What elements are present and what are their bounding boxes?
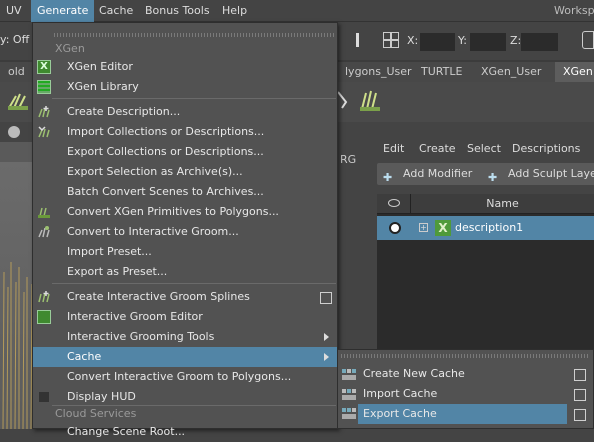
menu-item-change-scene-root[interactable]: Change Scene Root...	[33, 422, 337, 442]
menu-item-import-collections[interactable]: Import Collections or Descriptions...	[33, 122, 337, 142]
menu-help[interactable]: Help	[216, 0, 253, 22]
camera-icon[interactable]	[8, 126, 20, 138]
add-modifier-label: Add Modifier	[403, 167, 473, 180]
user-icon[interactable]	[582, 31, 594, 49]
xgen-menu-edit[interactable]: Edit	[383, 140, 404, 158]
submenu-item-create-new-cache[interactable]: Create New Cache	[338, 364, 594, 384]
x-field-label: X:	[407, 34, 419, 47]
tear-off-handle[interactable]	[341, 354, 590, 358]
separator	[52, 98, 336, 99]
groom-tool-icon[interactable]	[6, 88, 30, 112]
visibility-column[interactable]	[377, 194, 411, 214]
add-sculpt-layer-button[interactable]: ✚ Add Sculpt Layer	[482, 163, 594, 185]
xgen-library-icon	[37, 80, 51, 94]
add-modifier-icon: ✚	[383, 171, 393, 184]
add-sculpt-layer-icon: ✚	[488, 171, 498, 184]
groom-comb-icon[interactable]	[358, 87, 382, 113]
menu-uv[interactable]: UV	[0, 0, 28, 22]
separator	[52, 283, 336, 284]
import-cache-icon	[342, 388, 356, 400]
menu-item-xgen-editor[interactable]: X XGen Editor	[33, 57, 337, 77]
groom-splines-icon	[37, 290, 51, 304]
eye-icon	[388, 199, 400, 207]
option-box-icon[interactable]	[320, 292, 332, 304]
shelf-tab-xgen[interactable]: XGen	[555, 62, 594, 82]
option-box-icon[interactable]	[574, 409, 586, 421]
menu-item-batch-convert[interactable]: Batch Convert Scenes to Archives...	[33, 182, 337, 202]
option-box-icon[interactable]	[574, 389, 586, 401]
main-menu-bar: UV Generate Cache Bonus Tools Help Works…	[0, 0, 594, 22]
menu-item-cache[interactable]: Cache	[33, 347, 337, 367]
symmetry-status[interactable]: y: Off	[0, 31, 29, 49]
menu-item-import-preset[interactable]: Import Preset...	[33, 242, 337, 262]
workspace-label[interactable]: Worksp	[548, 0, 594, 22]
menu-item-export-archive[interactable]: Export Selection as Archive(s)...	[33, 162, 337, 182]
menu-item-export-preset[interactable]: Export as Preset...	[33, 262, 337, 282]
snap-toggle-icon[interactable]	[383, 32, 399, 48]
convert-groom-icon	[37, 225, 51, 239]
outliner-header: Name	[377, 194, 594, 214]
menu-cache[interactable]: Cache	[93, 0, 139, 22]
menu-item-grooming-tools[interactable]: Interactive Grooming Tools	[33, 327, 337, 347]
menu-item-xgen-library[interactable]: XGen Library	[33, 77, 337, 97]
menu-bonus-tools[interactable]: Bonus Tools	[139, 0, 216, 22]
menu-item-create-description[interactable]: Create Description...	[33, 102, 337, 122]
groom-brush-icon[interactable]	[336, 88, 356, 112]
submenu-item-import-cache[interactable]: Import Cache	[338, 384, 594, 404]
viewport-side-label: RG	[340, 153, 357, 166]
add-sculpt-layer-label: Add Sculpt Layer	[508, 167, 594, 180]
submenu-arrow-icon	[324, 333, 329, 341]
tear-off-handle[interactable]	[54, 33, 336, 37]
section-label-xgen: XGen	[55, 42, 85, 55]
export-cache-icon	[342, 408, 356, 420]
xgen-menu-descriptions[interactable]: Descriptions	[512, 140, 580, 158]
groom-editor-icon	[37, 310, 51, 324]
create-description-icon	[37, 105, 51, 119]
convert-primitives-icon	[37, 205, 51, 219]
xgen-menu-create[interactable]: Create	[419, 140, 456, 158]
z-field-label: Z:	[510, 34, 522, 47]
x-field[interactable]	[420, 33, 455, 51]
y-field-label: Y:	[458, 34, 467, 47]
menu-item-display-hud[interactable]: Display HUD	[33, 387, 337, 407]
create-cache-icon	[342, 368, 356, 380]
xgen-description-icon: X	[435, 220, 451, 236]
menu-item-convert-to-groom[interactable]: Convert to Interactive Groom...	[33, 222, 337, 242]
submenu-item-export-cache[interactable]: Export Cache	[358, 404, 567, 424]
xgen-editor-icon: X	[37, 60, 51, 74]
xgen-menu-select[interactable]: Select	[467, 140, 501, 158]
visibility-dot-icon[interactable]	[389, 222, 401, 234]
name-column-header[interactable]: Name	[411, 194, 594, 214]
option-box-icon[interactable]	[574, 369, 586, 381]
menu-generate[interactable]: Generate	[31, 0, 95, 22]
description-name: description1	[455, 221, 524, 234]
z-field[interactable]	[521, 33, 558, 51]
expand-icon[interactable]: +	[419, 223, 428, 232]
display-hud-checkbox-icon[interactable]	[37, 390, 51, 404]
y-field[interactable]	[470, 33, 506, 51]
menu-item-convert-groom-polygons[interactable]: Convert Interactive Groom to Polygons...	[33, 367, 337, 387]
menu-item-convert-primitives[interactable]: Convert XGen Primitives to Polygons...	[33, 202, 337, 222]
submenu-arrow-icon	[324, 353, 329, 361]
section-label-cloud-services: Cloud Services	[55, 407, 137, 420]
outliner-row[interactable]: + X description1	[377, 216, 594, 240]
menu-item-create-groom-splines[interactable]: Create Interactive Groom Splines	[33, 287, 337, 307]
menu-item-export-collections[interactable]: Export Collections or Descriptions...	[33, 142, 337, 162]
divider	[356, 33, 359, 47]
import-collection-icon	[37, 125, 51, 139]
menu-item-groom-editor[interactable]: Interactive Groom Editor	[33, 307, 337, 327]
